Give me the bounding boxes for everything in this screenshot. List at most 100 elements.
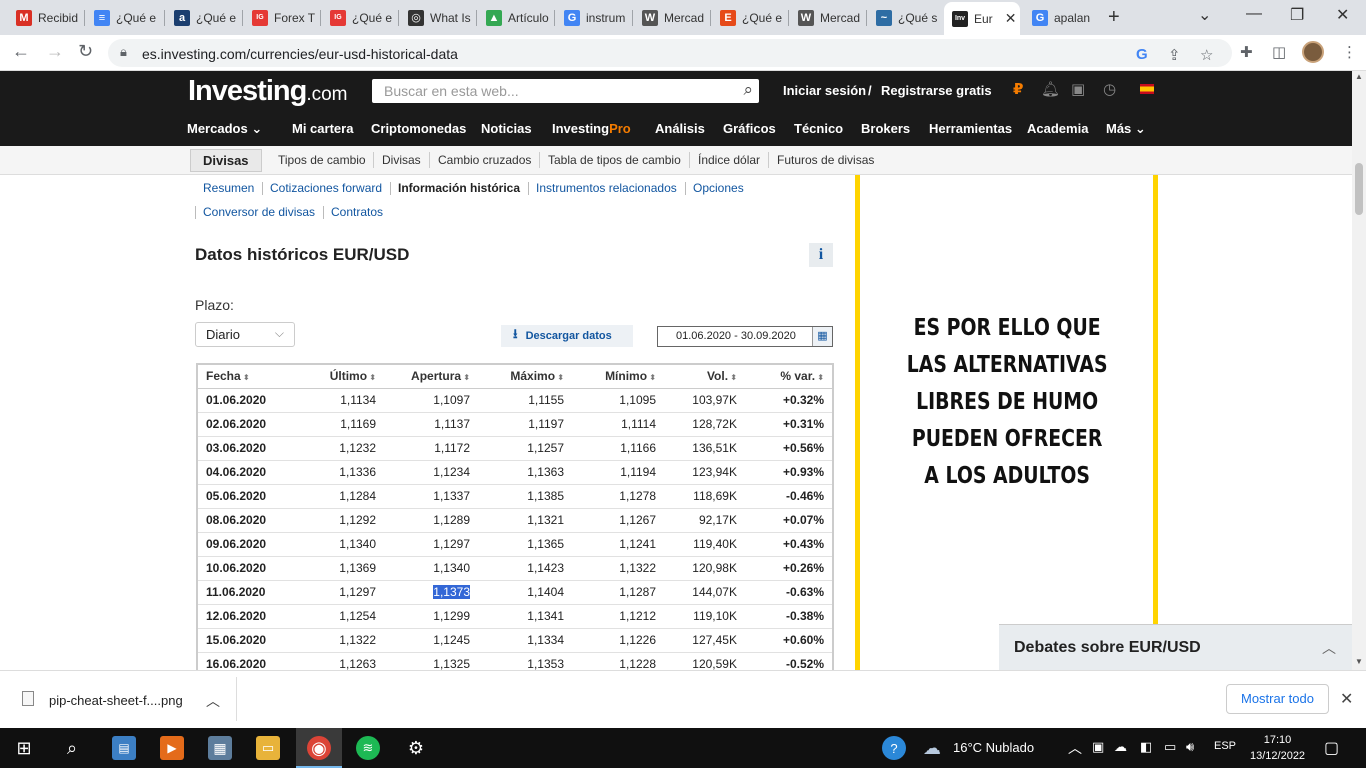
chrome-icon[interactable]: ◉ (307, 736, 331, 760)
nav-herramientas[interactable]: Herramientas (929, 121, 1012, 136)
browser-tab[interactable]: Gapalan (1024, 4, 1098, 31)
pro-icon[interactable]: ₽ (1013, 80, 1023, 98)
tab-search-icon[interactable]: ⌄ (1198, 5, 1211, 25)
link-informacion-historica[interactable]: Información histórica (398, 181, 520, 195)
nav-analisis[interactable]: Análisis (655, 121, 705, 136)
browser-tab[interactable]: W Mercad (634, 4, 710, 31)
browser-tab[interactable]: E ¿Qué e (712, 4, 788, 31)
bookmark-star-icon[interactable]: ☆ (1200, 46, 1213, 64)
subnav-cambio-cruzados[interactable]: Cambio cruzados (438, 153, 531, 167)
column-header[interactable]: Vol. ⬍ (664, 364, 745, 389)
sort-icon[interactable]: ⬍ (728, 373, 737, 382)
login-link[interactable]: Iniciar sesión (783, 83, 866, 98)
link-instrumentos-relacionados[interactable]: Instrumentos relacionados (536, 181, 677, 195)
close-icon[interactable]: ✕ (1340, 689, 1353, 709)
forward-icon[interactable]: → (46, 41, 64, 62)
back-icon[interactable]: ← (12, 41, 30, 62)
subnav-futuros-divisas[interactable]: Futuros de divisas (777, 153, 874, 167)
share-icon[interactable]: ⇪ (1168, 46, 1181, 64)
browser-tab[interactable]: Ginstrum (556, 4, 632, 31)
site-search-input[interactable]: Buscar en esta web... ⌕ (372, 79, 759, 103)
info-button[interactable]: i (809, 243, 833, 267)
browser-tab[interactable]: ▲ Artículo (478, 4, 554, 31)
subnav-divisas[interactable]: Divisas (382, 153, 421, 167)
show-all-button[interactable]: Mostrar todo (1226, 684, 1329, 714)
google-lens-icon[interactable]: G (1136, 46, 1148, 63)
browser-tab[interactable]: IG Forex T (244, 4, 320, 31)
link-resumen[interactable]: Resumen (203, 181, 254, 195)
nav-mas[interactable]: Más ⌄ (1106, 121, 1146, 137)
sort-icon[interactable]: ⬍ (647, 373, 656, 382)
browser-tab[interactable]: ≡ ¿Qué e (86, 4, 164, 31)
settings-gear-icon[interactable]: ⚙ (404, 736, 428, 760)
language-indicator[interactable]: ESP (1214, 740, 1236, 752)
clock[interactable]: 17:10 13/12/2022 (1250, 732, 1305, 764)
subnav-indice-dolar[interactable]: Índice dólar (698, 153, 760, 167)
control-panel-icon[interactable]: ▤ (112, 736, 136, 760)
weather-text[interactable]: 16°C Nublado (953, 740, 1034, 755)
spain-flag-icon[interactable] (1140, 84, 1154, 94)
scroll-down-icon[interactable]: ▼ (1355, 657, 1363, 666)
browser-tab[interactable]: W Mercad (790, 4, 866, 31)
extensions-icon[interactable]: ✚ (1240, 43, 1253, 61)
nav-academia[interactable]: Academia (1027, 121, 1088, 136)
column-header[interactable]: Apertura ⬍ (384, 364, 478, 389)
nav-tecnico[interactable]: Técnico (794, 121, 843, 136)
chevron-up-icon[interactable]: ︿ (1322, 638, 1336, 658)
media-player-icon[interactable]: ▶ (160, 736, 184, 760)
minimize-button[interactable]: — (1246, 5, 1262, 23)
column-header[interactable]: Fecha ⬍ (197, 364, 289, 389)
column-header[interactable]: % var. ⬍ (745, 364, 833, 389)
browser-tab[interactable]: M Recibid (8, 4, 84, 31)
date-range-input[interactable]: 01.06.2020 - 30.09.2020 ▦ (657, 326, 833, 347)
close-tab-icon[interactable]: ✕ (1005, 10, 1017, 27)
reload-icon[interactable]: ↻ (78, 41, 93, 62)
download-filename[interactable]: pip-cheat-sheet-f....png (49, 693, 183, 708)
menu-icon[interactable]: ⋮ (1342, 43, 1357, 61)
browser-tab[interactable]: ◎ What Is (400, 4, 476, 31)
search-icon[interactable]: ⌕ (743, 80, 753, 100)
chevron-up-icon[interactable]: ︿ (206, 691, 220, 711)
link-opciones[interactable]: Opciones (693, 181, 744, 195)
scroll-thumb[interactable] (1355, 163, 1363, 215)
side-panel-icon[interactable]: ◫ (1272, 43, 1286, 61)
subnav-tabla-tipos[interactable]: Tabla de tipos de cambio (548, 153, 681, 167)
calendar-icon[interactable]: ▦ (812, 327, 832, 346)
onedrive-icon[interactable]: ☁ (1114, 739, 1127, 755)
nav-mercados[interactable]: Mercados ⌄ (187, 121, 262, 137)
advertisement[interactable]: ES POR ELLO QUE LAS ALTERNATIVAS LIBRES DE… (855, 175, 1158, 670)
link-cotizaciones-forward[interactable]: Cotizaciones forward (270, 181, 382, 195)
search-icon[interactable]: ⌕ (60, 736, 84, 760)
register-link[interactable]: Registrarse gratis (881, 83, 992, 98)
network-icon[interactable]: ▭ (1164, 739, 1176, 755)
site-logo[interactable]: Investing.com (188, 75, 348, 108)
debates-panel[interactable]: Debates sobre EUR/USD ︿ (999, 624, 1352, 670)
nav-noticias[interactable]: Noticias (481, 121, 532, 136)
link-contratos[interactable]: Contratos (331, 205, 383, 219)
windows-start-icon[interactable]: ⊞ (12, 736, 36, 760)
browser-tab[interactable]: IG ¿Qué e (322, 4, 398, 31)
subnav-divisas-active[interactable]: Divisas (190, 149, 262, 172)
help-icon[interactable]: ? (882, 736, 906, 760)
sort-icon[interactable]: ⬍ (241, 373, 250, 382)
volume-icon[interactable]: 🔊︎ (1186, 739, 1194, 755)
tray-app-icon[interactable]: ▣ (1092, 739, 1104, 755)
portfolio-icon[interactable]: ▣ (1071, 80, 1085, 98)
column-header[interactable]: Último ⬍ (289, 364, 384, 389)
maximize-button[interactable]: ❐ (1290, 5, 1304, 25)
download-data-button[interactable]: ⭳ Descargar datos (501, 325, 633, 347)
file-explorer-icon[interactable]: ▭ (256, 736, 280, 760)
browser-tab[interactable]: a ¿Qué e (166, 4, 242, 31)
sort-icon[interactable]: ⬍ (555, 373, 564, 382)
nav-graficos[interactable]: Gráficos (723, 121, 776, 136)
sort-icon[interactable]: ⬍ (461, 373, 470, 382)
nav-criptomonedas[interactable]: Criptomonedas (371, 121, 466, 136)
new-tab-button[interactable]: + (1108, 6, 1120, 29)
plazo-select[interactable]: Diario ⌵ (195, 322, 295, 347)
profile-avatar[interactable] (1302, 41, 1324, 63)
chevron-up-icon[interactable]: ︿ (1068, 738, 1082, 758)
browser-tab[interactable]: ~ ¿Qué s (868, 4, 942, 31)
column-header[interactable]: Mínimo ⬍ (572, 364, 664, 389)
clock-icon[interactable]: ◷ (1103, 80, 1116, 98)
nav-brokers[interactable]: Brokers (861, 121, 910, 136)
